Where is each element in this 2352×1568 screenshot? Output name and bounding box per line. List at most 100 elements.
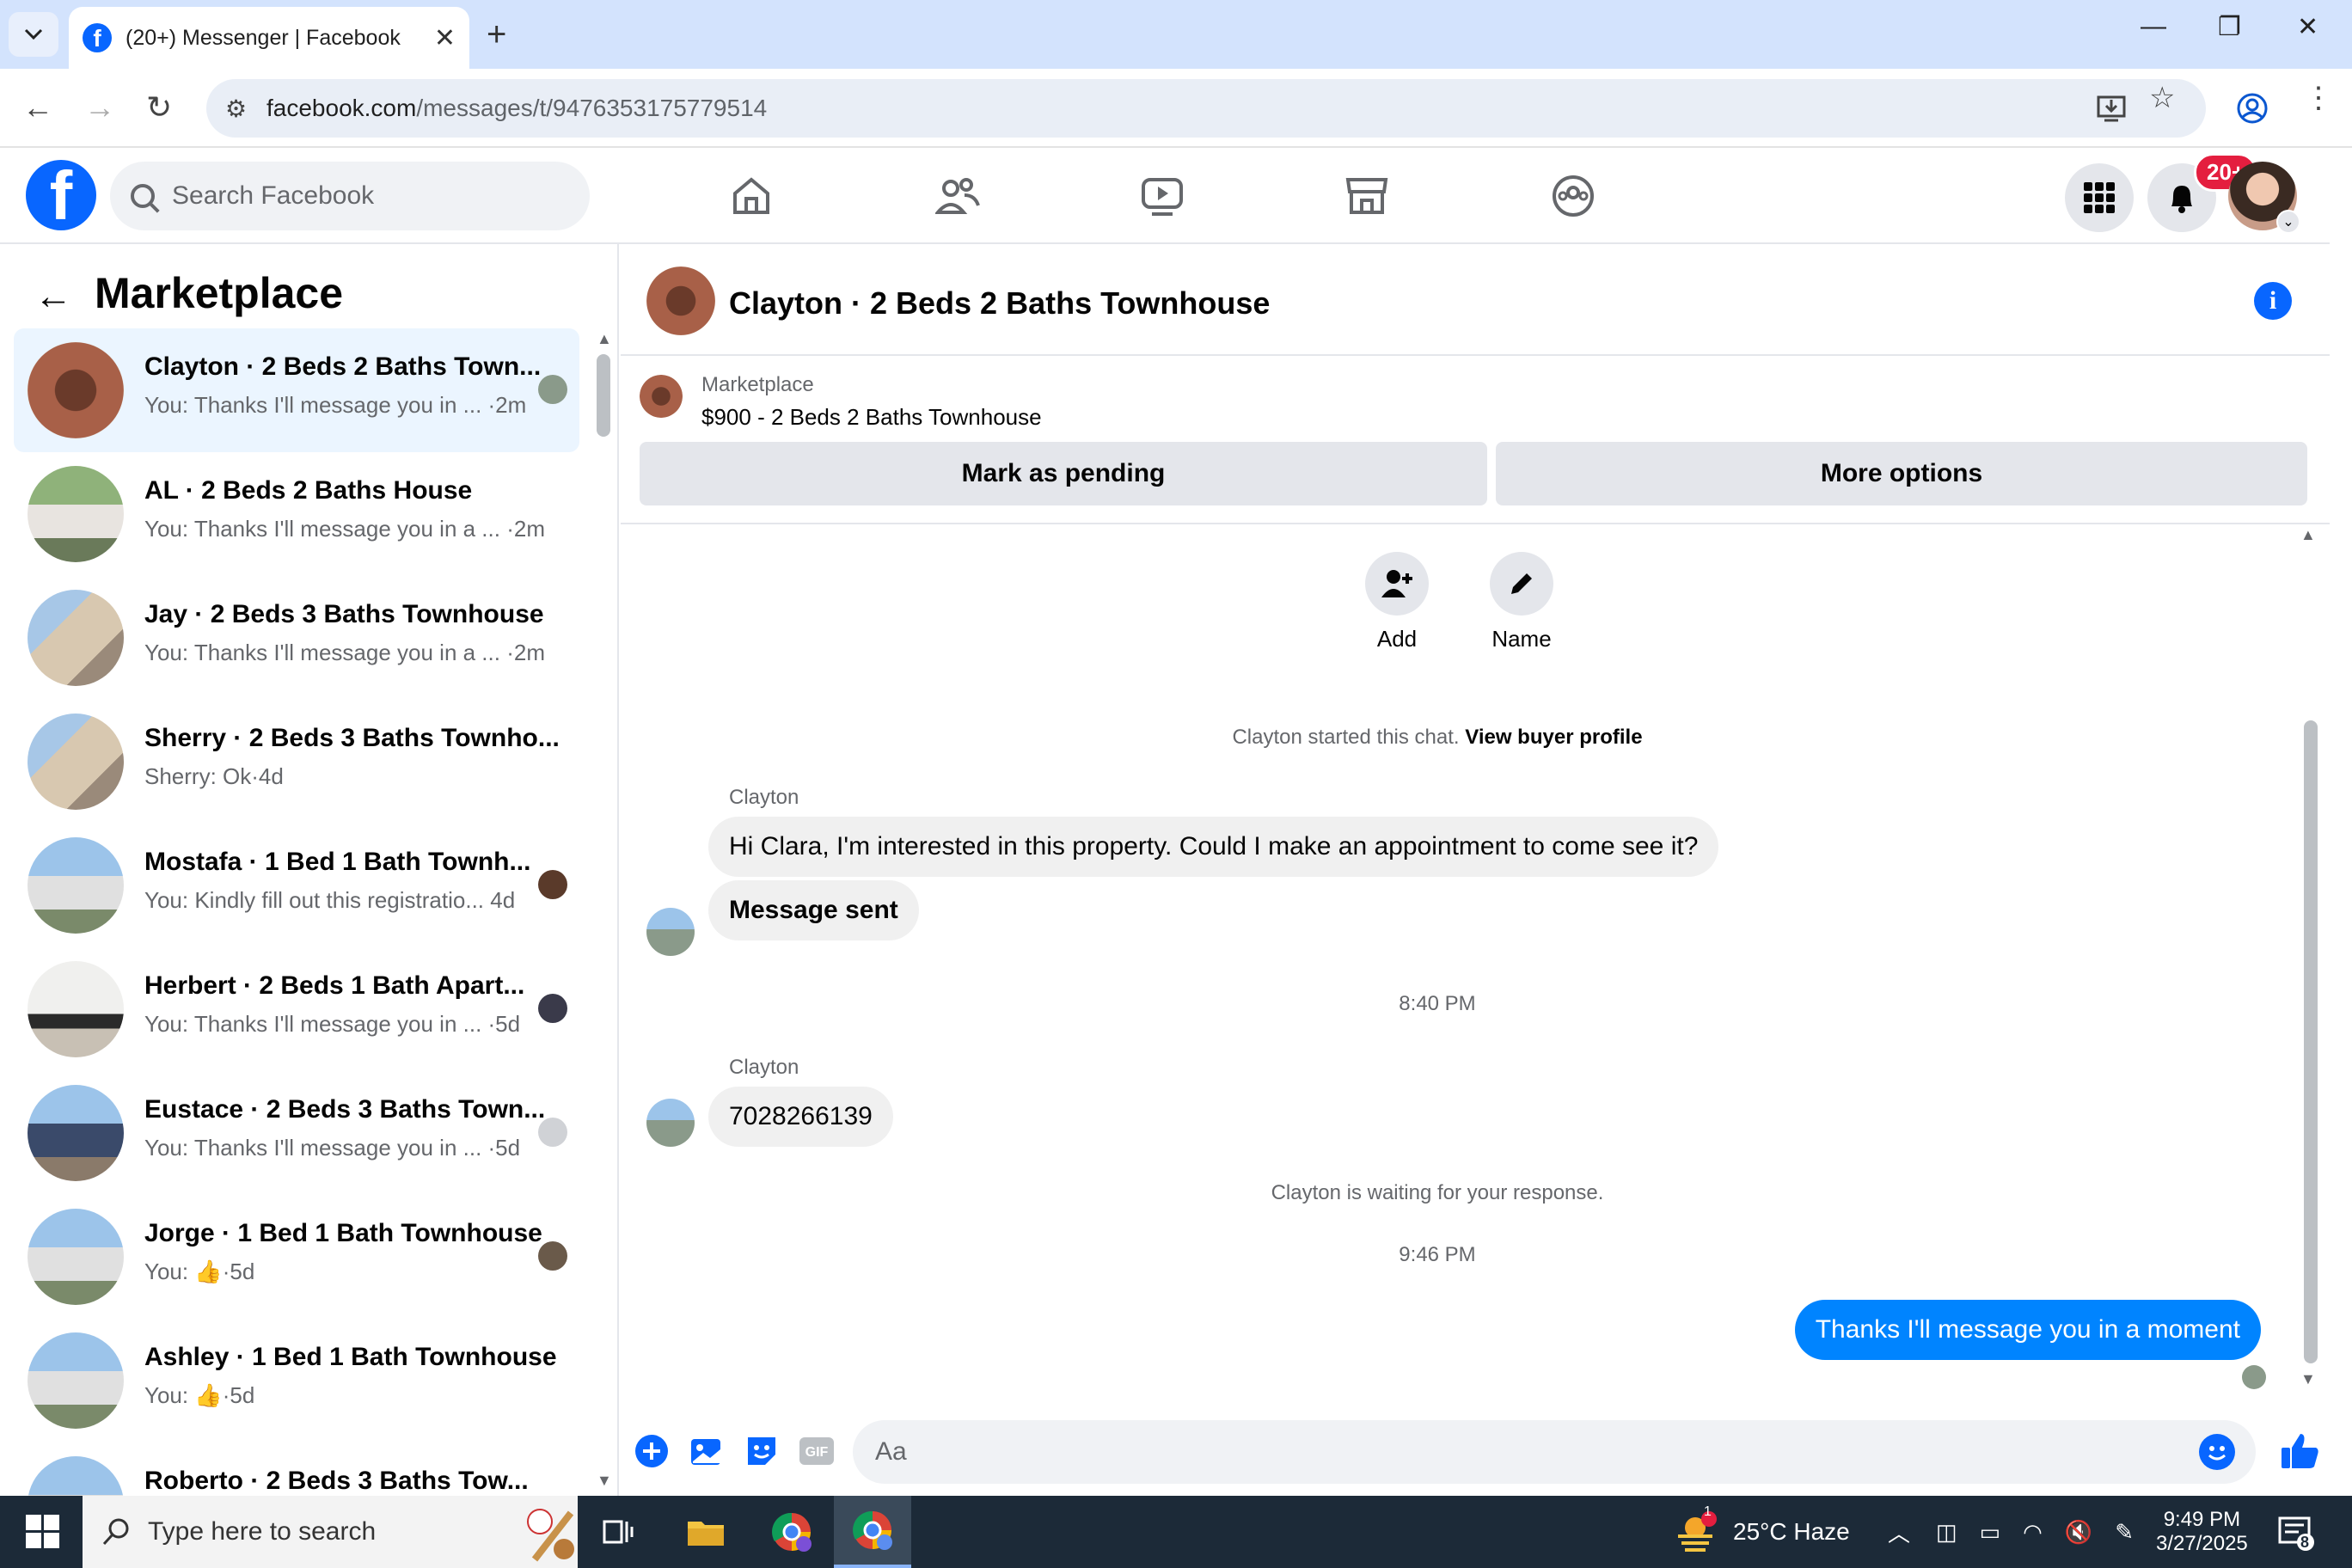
conversation-jay[interactable]: Jay · 2 Beds 3 Baths Townhouse You: Than… bbox=[14, 576, 579, 700]
sidebar-scrollbar[interactable] bbox=[597, 354, 610, 437]
video-icon[interactable] bbox=[1135, 168, 1190, 224]
clock-date: 3/27/2025 bbox=[2156, 1532, 2248, 1555]
listing-thumbnail[interactable] bbox=[640, 375, 683, 418]
marketplace-icon[interactable] bbox=[1339, 168, 1394, 224]
taskbar-search-placeholder: Type here to search bbox=[148, 1517, 377, 1546]
photo-icon[interactable] bbox=[688, 1432, 726, 1470]
info-icon[interactable]: i bbox=[2254, 282, 2292, 320]
new-tab-button[interactable]: + bbox=[487, 15, 506, 54]
incoming-message[interactable]: Message sent bbox=[708, 880, 919, 940]
chrome-profile-icon[interactable] bbox=[753, 1496, 830, 1568]
add-people-action[interactable]: Add bbox=[1345, 552, 1449, 652]
bookmark-star-icon[interactable]: ☆ bbox=[2149, 81, 2175, 115]
listing-label: Marketplace bbox=[701, 373, 814, 396]
taskbar-search-input[interactable]: Type here to search bbox=[83, 1496, 578, 1568]
battery-icon[interactable]: ▭ bbox=[1980, 1519, 2001, 1546]
task-view-icon[interactable] bbox=[579, 1496, 657, 1568]
emoji-icon[interactable] bbox=[2199, 1434, 2235, 1470]
meet-now-icon[interactable]: ◫ bbox=[1936, 1519, 1957, 1546]
browser-tab[interactable]: f (20+) Messenger | Facebook ✕ bbox=[69, 7, 469, 69]
conversation-sherry[interactable]: Sherry · 2 Beds 3 Baths Townho... Sherry… bbox=[14, 700, 579, 824]
listing-thumbnail bbox=[28, 1332, 124, 1429]
preview-prefix: You: bbox=[144, 1259, 189, 1284]
browser-toolbar: ← → ↻ ⚙ facebook.com/messages/t/94763531… bbox=[0, 69, 2352, 148]
read-receipt-avatar bbox=[2242, 1365, 2266, 1389]
name-chat-action[interactable]: Name bbox=[1470, 552, 1573, 652]
scroll-down-arrow-icon[interactable]: ▼ bbox=[597, 1472, 612, 1490]
like-thumbs-up-icon[interactable] bbox=[2278, 1432, 2323, 1470]
conversation-clayton[interactable]: Clayton · 2 Beds 2 Baths Town... You: Th… bbox=[14, 328, 579, 452]
chat-avatar[interactable] bbox=[646, 266, 715, 335]
reload-icon[interactable]: ↻ bbox=[146, 89, 172, 126]
scroll-up-arrow-icon[interactable]: ▲ bbox=[2300, 526, 2316, 544]
address-bar[interactable]: ⚙ facebook.com/messages/t/94763531757795… bbox=[206, 79, 2206, 138]
pen-icon[interactable]: ✎ bbox=[2115, 1519, 2134, 1546]
close-window-button[interactable]: ✕ bbox=[2297, 12, 2318, 42]
restore-button[interactable]: ❐ bbox=[2218, 12, 2241, 42]
conversation-eustace[interactable]: Eustace · 2 Beds 3 Baths Town... You: Th… bbox=[14, 1071, 579, 1195]
scroll-down-arrow-icon[interactable]: ▼ bbox=[2300, 1370, 2316, 1388]
conversation-mostafa[interactable]: Mostafa · 1 Bed 1 Bath Townh... You: Kin… bbox=[14, 824, 579, 947]
listing-banner: Marketplace $900 - 2 Beds 2 Baths Townho… bbox=[621, 356, 2330, 524]
weather-widget[interactable]: 1 25°C Haze bbox=[1675, 1496, 1850, 1568]
forward-arrow-icon[interactable]: → bbox=[84, 89, 115, 126]
timestamp: 8:40 PM bbox=[1399, 992, 1476, 1015]
back-arrow-icon[interactable]: ← bbox=[22, 89, 53, 126]
file-explorer-icon[interactable] bbox=[667, 1496, 744, 1568]
minimize-button[interactable]: — bbox=[2141, 12, 2166, 41]
profile-icon[interactable] bbox=[2235, 91, 2269, 126]
wifi-icon[interactable]: ◠ bbox=[2023, 1519, 2043, 1546]
conversation-preview: You: Thanks I'll message you in ... ·2m bbox=[144, 392, 527, 418]
friends-icon[interactable] bbox=[930, 168, 985, 224]
groups-icon[interactable] bbox=[1546, 168, 1601, 224]
waiting-notice: Clayton is waiting for your response. bbox=[1271, 1181, 1604, 1204]
conversation-preview: You: Kindly fill out this registratio...… bbox=[144, 887, 516, 913]
show-hidden-icons-chevron-icon[interactable]: ︿ bbox=[1888, 1516, 1910, 1548]
view-buyer-profile-link[interactable]: View buyer profile bbox=[1465, 726, 1642, 749]
incoming-message[interactable]: Hi Clara, I'm interested in this propert… bbox=[708, 817, 1719, 877]
outgoing-message[interactable]: Thanks I'll message you in a moment bbox=[1794, 1300, 2261, 1360]
plus-circle-icon[interactable] bbox=[633, 1432, 671, 1470]
conversation-al[interactable]: AL · 2 Beds 2 Baths House You: Thanks I'… bbox=[14, 452, 579, 576]
sender-avatar[interactable] bbox=[646, 908, 695, 956]
chat-pane: Clayton · 2 Beds 2 Baths Townhouse i Mar… bbox=[621, 244, 2330, 1496]
home-icon[interactable] bbox=[724, 168, 779, 224]
composer-placeholder: Aa bbox=[875, 1437, 907, 1466]
conversation-herbert[interactable]: Herbert · 2 Beds 1 Bath Apart... You: Th… bbox=[14, 947, 579, 1071]
tab-search-button[interactable] bbox=[9, 12, 58, 57]
back-arrow-icon[interactable]: ← bbox=[34, 275, 72, 318]
conversation-roberto[interactable]: Roberto · 2 Beds 3 Baths Tow... bbox=[14, 1442, 579, 1496]
volume-muted-icon[interactable]: 🔇 bbox=[2065, 1519, 2092, 1546]
windows-start-icon[interactable] bbox=[26, 1515, 60, 1549]
tab-close-icon[interactable]: ✕ bbox=[434, 23, 456, 53]
clock[interactable]: 9:49 PM 3/27/2025 bbox=[2156, 1496, 2248, 1568]
listing-thumbnail bbox=[28, 837, 124, 934]
incoming-message[interactable]: 7028266139 bbox=[708, 1087, 893, 1147]
started-text: Clayton started this chat. bbox=[1232, 726, 1460, 749]
sender-avatar[interactable] bbox=[646, 1099, 695, 1147]
system-tray: ︿ ◫ ▭ ◠ 🔇 ✎ bbox=[1888, 1496, 2134, 1568]
account-chevron-icon[interactable]: ⌄ bbox=[2276, 210, 2300, 234]
notification-center-icon[interactable]: 8 bbox=[2276, 1496, 2314, 1568]
more-options-button[interactable]: More options bbox=[1496, 442, 2307, 505]
conversation-ashley[interactable]: Ashley · 1 Bed 1 Bath Townhouse You: 👍·5… bbox=[14, 1319, 579, 1442]
chat-title[interactable]: Clayton · 2 Beds 2 Baths Townhouse bbox=[729, 285, 1270, 322]
conversation-name: Clayton · 2 Beds 2 Baths Town... bbox=[144, 352, 542, 381]
install-app-icon[interactable] bbox=[2096, 93, 2127, 124]
facebook-logo-icon[interactable]: f bbox=[26, 160, 96, 230]
conversation-jorge[interactable]: Jorge · 1 Bed 1 Bath Townhouse You: 👍·5d bbox=[14, 1195, 579, 1319]
chat-scrollbar[interactable] bbox=[2304, 720, 2318, 1363]
sticker-icon[interactable] bbox=[743, 1432, 781, 1470]
listing-price[interactable]: $900 - 2 Beds 2 Baths Townhouse bbox=[701, 404, 1042, 431]
preview-time: ·5d bbox=[222, 1259, 255, 1284]
menu-grid-icon[interactable] bbox=[2065, 163, 2134, 232]
site-settings-icon[interactable]: ⚙ bbox=[225, 95, 247, 123]
mark-as-pending-button[interactable]: Mark as pending bbox=[640, 442, 1487, 505]
chrome-active-icon[interactable] bbox=[834, 1496, 911, 1568]
gif-icon[interactable]: GIF bbox=[798, 1432, 836, 1470]
listing-thumbnail bbox=[28, 590, 124, 686]
message-input[interactable]: Aa bbox=[853, 1420, 2256, 1484]
browser-menu-icon[interactable]: ⋮ bbox=[2304, 81, 2333, 115]
facebook-search-input[interactable]: Search Facebook bbox=[110, 162, 590, 230]
scroll-up-arrow-icon[interactable]: ▲ bbox=[597, 330, 612, 348]
